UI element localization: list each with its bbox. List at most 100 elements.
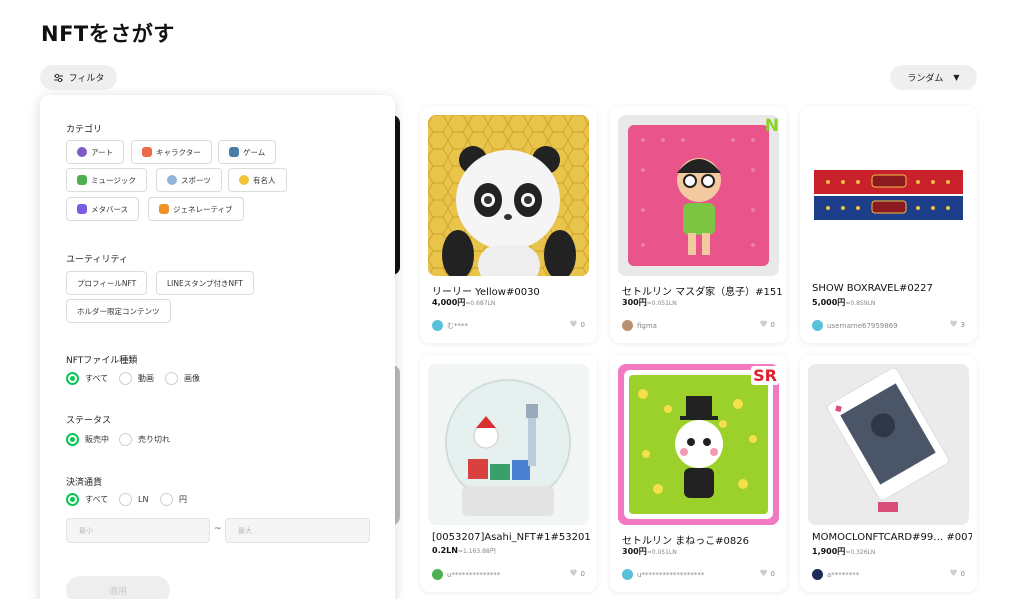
radio-dot (66, 493, 79, 506)
radio-label: 動画 (138, 374, 154, 383)
sort-dropdown[interactable]: ランダム ▼ (890, 65, 977, 90)
nft-price-sub: ≈0.326LN (845, 549, 876, 556)
radio-file-all[interactable]: すべて (66, 372, 108, 385)
nft-owner[interactable]: username67959869 (812, 320, 898, 331)
heart-icon: ♥ (759, 320, 768, 330)
like-count: 0 (960, 570, 965, 578)
status-section-title: ステータス (66, 416, 112, 426)
chip-label: プロフィールNFT (77, 278, 137, 288)
nft-price: 0.2LN≈1,163.88円 (432, 546, 496, 555)
radio-label: 販売中 (85, 435, 109, 444)
min-price-field[interactable]: 最小 (66, 518, 210, 543)
chip-art[interactable]: アート (66, 140, 125, 164)
nft-image-box (808, 115, 969, 276)
chip-holder-content[interactable]: ホルダー限定コンテンツ (66, 299, 171, 323)
nft-price-main: 300円 (622, 547, 647, 556)
nft-card[interactable]: ◆ MOMOCLONFTCARD#99… #0071 1,900円≈0.326L… (800, 355, 977, 592)
sliders-icon (53, 73, 63, 82)
ball-icon (167, 175, 177, 185)
like-button[interactable]: ♥ 0 (949, 569, 965, 579)
owner-name: a******** (827, 570, 860, 579)
nft-image-character (618, 115, 779, 276)
category-section-title: カテゴリ (66, 125, 103, 135)
filter-button[interactable]: フィルタ (40, 65, 117, 90)
nft-name[interactable]: SHOW BOXRAVEL#0227 (812, 283, 972, 294)
nft-name[interactable]: [0053207]Asahi_NFT#1#53201 (432, 532, 592, 543)
like-button[interactable]: ♥ 3 (949, 320, 965, 330)
heart-icon: ♥ (759, 569, 768, 579)
like-button[interactable]: ♥ 0 (569, 320, 585, 330)
nft-name[interactable]: リーリー Yellow#0030 (432, 283, 592, 298)
radio-label: 円 (179, 495, 187, 504)
owner-name: username67959869 (827, 321, 898, 330)
nft-name[interactable]: セトルリン マスダ家（息子）#1518 (622, 283, 782, 298)
apply-button[interactable]: 適用 (66, 576, 170, 599)
nft-owner[interactable]: figma (622, 320, 657, 331)
radio-dot (165, 372, 178, 385)
music-icon (77, 175, 87, 185)
nft-name[interactable]: セトルリン まねっこ#0826 (622, 532, 782, 547)
rarity-badge-text: N (764, 116, 779, 136)
nft-price-sub: ≈0.051LN (646, 549, 677, 556)
nft-owner[interactable]: u************** (432, 569, 500, 580)
radio-status-onsale[interactable]: 販売中 (66, 433, 109, 446)
owner-name: む**** (447, 321, 468, 330)
heart-icon: ♥ (569, 320, 578, 330)
like-button[interactable]: ♥ 0 (759, 320, 775, 330)
utility-section-title: ユーティリティ (66, 255, 128, 265)
chip-label: キャラクター (156, 147, 201, 157)
chip-character[interactable]: キャラクター (131, 140, 212, 164)
chip-label: アート (91, 147, 114, 157)
nft-card[interactable]: N セトルリン マスダ家（息子）#1518 300円≈0.051LN figma… (610, 106, 787, 343)
chip-label: スポーツ (181, 175, 211, 185)
chip-line-sticker-nft[interactable]: LINEスタンプ付きNFT (156, 271, 254, 295)
chip-celebrity[interactable]: 有名人 (228, 168, 287, 192)
avatar (432, 320, 443, 331)
radio-currency-all[interactable]: すべて (66, 493, 108, 506)
nft-owner[interactable]: a******** (812, 569, 859, 580)
chip-label: メタバース (91, 204, 129, 214)
nft-price: 5,000円≈0.859LN (812, 297, 875, 308)
radio-dot (66, 372, 79, 385)
chip-music[interactable]: ミュージック (66, 168, 147, 192)
max-price-field[interactable]: 最大 (225, 518, 370, 543)
owner-name: u****************** (637, 570, 705, 579)
chip-profile-nft[interactable]: プロフィールNFT (66, 271, 148, 295)
planet-icon (77, 204, 87, 214)
nft-card[interactable]: SR セトルリン まねっこ#0826 300円≈0.051LN u*******… (610, 355, 787, 592)
radio-currency-yen[interactable]: 円 (160, 493, 187, 506)
nft-owner[interactable]: u****************** (622, 569, 704, 580)
like-count: 0 (580, 321, 585, 329)
filter-button-label: フィルタ (68, 74, 105, 84)
radio-currency-ln[interactable]: LN (119, 493, 148, 506)
chip-metaverse[interactable]: メタバース (66, 197, 140, 221)
like-button[interactable]: ♥ 0 (759, 569, 775, 579)
nft-card[interactable]: [0053207]Asahi_NFT#1#53201 0.2LN≈1,163.8… (420, 355, 597, 592)
nft-owner[interactable]: む**** (432, 320, 468, 331)
radio-status-soldout[interactable]: 売り切れ (119, 433, 170, 446)
chip-generative[interactable]: ジェネレーティブ (148, 197, 244, 221)
nft-card[interactable]: SHOW BOXRAVEL#0227 5,000円≈0.859LN userna… (800, 106, 977, 343)
nft-price-main: 1,900円 (812, 547, 846, 556)
radio-dot (119, 493, 132, 506)
radio-label: すべて (85, 374, 109, 383)
radio-dot (119, 433, 132, 446)
nft-price-main: 4,000円 (432, 298, 466, 307)
radio-file-video[interactable]: 動画 (119, 372, 154, 385)
chip-label: 有名人 (253, 175, 276, 185)
rarity-badge-text: SR (751, 366, 779, 385)
nft-price-sub: ≈0.051LN (646, 300, 677, 307)
nft-price: 1,900円≈0.326LN (812, 546, 875, 557)
chip-sports[interactable]: スポーツ (156, 168, 222, 192)
radio-dot (66, 433, 79, 446)
heart-icon: ♥ (949, 569, 958, 579)
heart-icon: ♥ (569, 569, 578, 579)
nft-price-main: 5,000円 (812, 298, 846, 307)
like-button[interactable]: ♥ 0 (569, 569, 585, 579)
nft-name[interactable]: MOMOCLONFTCARD#99… #0071 (812, 532, 972, 543)
radio-file-image[interactable]: 画像 (165, 372, 200, 385)
chip-label: LINEスタンプ付きNFT (167, 278, 243, 288)
nft-card[interactable]: リーリー Yellow#0030 4,000円≈0.687LN む**** ♥ 0 (420, 106, 597, 343)
radio-dot (160, 493, 173, 506)
chip-game[interactable]: ゲーム (218, 140, 277, 164)
